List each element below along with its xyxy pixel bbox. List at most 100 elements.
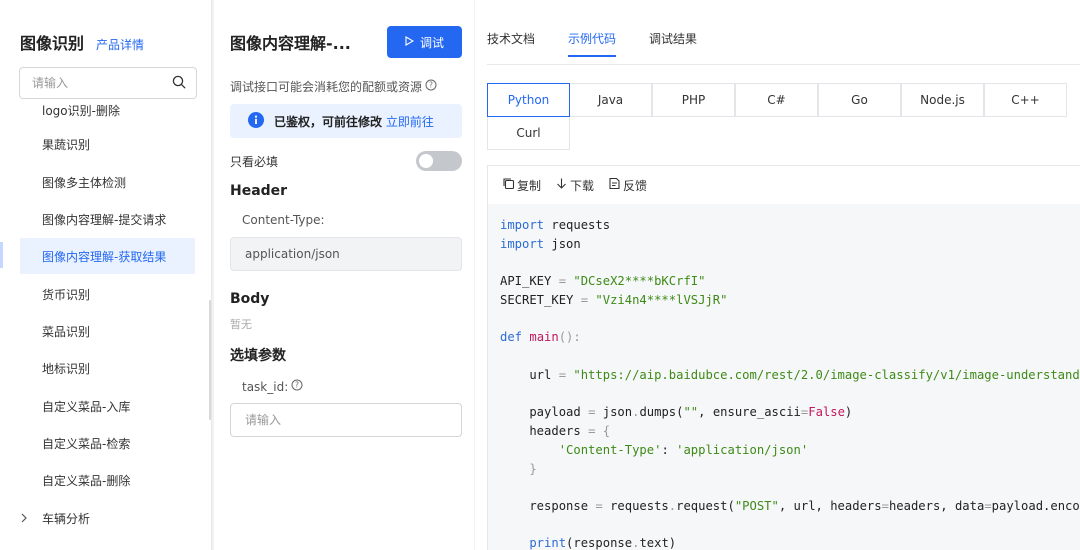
sidebar-item-label: 自定义菜品-检索 [42, 436, 131, 451]
code-line: import json [500, 237, 581, 251]
debug-button-label: 调试 [419, 35, 444, 50]
code-block: import requests import json API_KEY = "D… [488, 204, 1080, 550]
code-line: def main(): [500, 330, 581, 344]
sidebar-list: logo识别-删除 果蔬识别 图像多主体检测 图像内容理解-提交请求 图像内容理… [0, 102, 211, 550]
optional-params-title: 选填参数 [230, 348, 286, 364]
product-details-link[interactable]: 产品详情 [96, 36, 144, 53]
tab-sample-code[interactable]: 示例代码 [568, 30, 617, 57]
body-empty-text: 暂无 [230, 318, 252, 331]
feedback-label: 反馈 [623, 178, 648, 193]
lang-go[interactable]: Go [818, 83, 901, 117]
chevron-right-icon [20, 513, 42, 523]
sidebar-search [19, 67, 197, 99]
app-root: 图像识别 产品详情 logo识别-删除 果蔬识别 图像多主体检测 图像内容理解-… [0, 0, 1080, 550]
sidebar-item-label: 菜品识别 [42, 324, 91, 339]
code-card: 复制 下载 反馈 import requests import json API… [487, 165, 1080, 550]
quota-hint: 调试接口可能会消耗您的配额或资源 ? [230, 78, 437, 95]
sidebar-item-custom-dish-search[interactable]: 自定义菜品-检索 [20, 425, 195, 461]
required-only-label: 只看必填 [230, 154, 279, 169]
lang-php[interactable]: PHP [652, 83, 735, 117]
quota-hint-text: 调试接口可能会消耗您的配额或资源 [230, 80, 423, 94]
debug-button[interactable]: 调试 [387, 26, 462, 58]
lang-java[interactable]: Java [569, 83, 652, 117]
tab-debug-result[interactable]: 调试结果 [649, 30, 697, 57]
code-toolbar: 复制 下载 反馈 [488, 166, 1080, 204]
sidebar-scrollbar[interactable] [209, 300, 211, 420]
sidebar-item-understanding-result[interactable]: 图像内容理解-获取结果 [20, 238, 195, 274]
copy-icon [502, 177, 515, 193]
go-now-link[interactable]: 立即前往 [386, 115, 434, 129]
feedback-button[interactable]: 反馈 [608, 177, 647, 194]
code-line: API_KEY = "DCseX2****bKCrfI" [500, 274, 706, 288]
sidebar-item-dish[interactable]: 菜品识别 [20, 313, 195, 349]
search-input[interactable] [32, 76, 172, 90]
svg-text:?: ? [295, 381, 299, 390]
code-line: headers = { [500, 424, 611, 438]
code-line: payload = json.dumps("", ensure_ascii=Fa… [500, 405, 853, 419]
sidebar-item-label: 图像内容理解-提交请求 [42, 212, 167, 227]
code-line: import requests [500, 218, 611, 232]
sidebar-item-custom-dish-add[interactable]: 自定义菜品-入库 [20, 388, 195, 424]
code-line: } [500, 462, 537, 476]
code-line: response = requests.request("POST", url,… [500, 499, 1080, 513]
code-line: 'Content-Type': 'application/json' [558, 443, 809, 457]
debug-panel: 图像内容理解-... 调试 调试接口可能会消耗您的配额或资源 ? 已鉴权，可前往… [214, 0, 474, 550]
content-type-value: application/json [245, 247, 340, 261]
svg-text:?: ? [429, 81, 433, 90]
task-id-input[interactable] [245, 413, 445, 427]
download-icon [555, 177, 568, 193]
code-line: SECRET_KEY = "Vzi4n4****lVSJjR" [500, 293, 728, 307]
auth-notice: 已鉴权，可前往修改 立即前往 [230, 104, 462, 138]
required-only-toggle[interactable] [416, 151, 462, 171]
content-type-field: application/json [230, 237, 462, 271]
tab-tech-docs[interactable]: 技术文档 [487, 30, 535, 57]
tab-divider [487, 64, 1080, 65]
lang-python[interactable]: Python [487, 83, 570, 117]
sidebar-item-label: 图像内容理解-获取结果 [42, 249, 167, 264]
sidebar-item-multi-subject[interactable]: 图像多主体检测 [20, 164, 195, 200]
sidebar-item-label: 图像多主体检测 [42, 175, 127, 190]
body-section-title: Body [230, 291, 270, 307]
sidebar-group-label: 车辆分析 [42, 511, 91, 526]
sidebar-item-label: 果蔬识别 [42, 137, 91, 152]
code-line: print(response.text) [500, 536, 677, 550]
play-icon [405, 35, 415, 49]
lang-curl[interactable]: Curl [487, 116, 570, 150]
sidebar-item-label: 自定义菜品-删除 [42, 473, 131, 488]
download-label: 下载 [570, 178, 595, 193]
lang-csharp[interactable]: C# [735, 83, 818, 117]
copy-label: 复制 [517, 178, 542, 193]
task-id-label-row: task_id: ? [242, 379, 303, 394]
auth-text: 已鉴权，可前往修改 [274, 114, 383, 129]
api-title: 图像内容理解-... [230, 34, 351, 53]
required-only-row: 只看必填 [230, 150, 462, 172]
help-icon[interactable]: ? [425, 79, 437, 94]
sidebar-item-fruit-veg[interactable]: 果蔬识别 [20, 126, 195, 162]
feedback-icon [608, 177, 621, 193]
sidebar: 图像识别 产品详情 logo识别-删除 果蔬识别 图像多主体检测 图像内容理解-… [0, 0, 212, 550]
code-line: url = "https://aip.baidubce.com/rest/2.0… [500, 368, 1080, 382]
sidebar-item-label: 自定义菜品-入库 [42, 399, 131, 414]
header-section-title: Header [230, 183, 288, 199]
sidebar-header: 图像识别 产品详情 [20, 30, 144, 54]
sidebar-item-custom-dish-delete[interactable]: 自定义菜品-删除 [20, 462, 195, 498]
sidebar-item-label: 货币识别 [42, 287, 91, 302]
sidebar-title: 图像识别 [20, 34, 85, 53]
help-icon[interactable]: ? [291, 379, 303, 394]
sidebar-item-understanding-submit[interactable]: 图像内容理解-提交请求 [20, 201, 195, 237]
sidebar-item-currency[interactable]: 货币识别 [20, 276, 195, 312]
task-id-field [230, 403, 462, 437]
search-icon[interactable] [172, 74, 186, 93]
code-panel: 技术文档 示例代码 调试结果 Python Java PHP C# Go Nod… [475, 0, 1080, 550]
lang-nodejs[interactable]: Node.js [901, 83, 984, 117]
sidebar-item-label: logo识别-删除 [42, 103, 120, 118]
sidebar-group-vehicle[interactable]: 车辆分析 [20, 500, 195, 536]
download-button[interactable]: 下载 [555, 177, 594, 194]
copy-button[interactable]: 复制 [502, 177, 541, 194]
sidebar-item-logo-delete[interactable]: logo识别-删除 [20, 102, 195, 128]
sidebar-item-label: 地标识别 [42, 361, 91, 376]
info-icon [248, 111, 264, 131]
lang-cpp[interactable]: C++ [984, 83, 1067, 117]
sidebar-item-landmark[interactable]: 地标识别 [20, 350, 195, 386]
task-id-label: task_id: [242, 379, 289, 394]
